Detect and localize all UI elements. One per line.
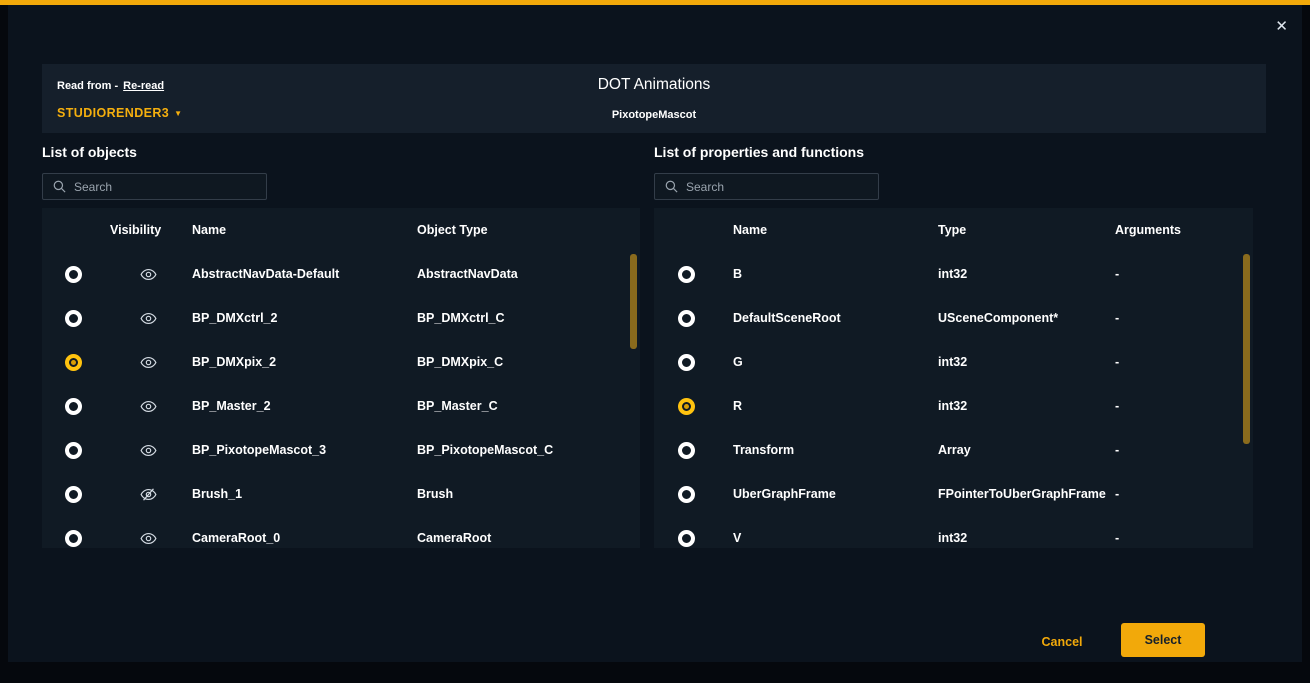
property-type: int32 xyxy=(938,399,1115,413)
property-type: USceneComponent* xyxy=(938,311,1115,325)
object-type: BP_DMXctrl_C xyxy=(417,311,640,325)
object-name: CameraRoot_0 xyxy=(192,531,417,545)
table-row[interactable]: G int32 - xyxy=(654,340,1253,384)
property-name: V xyxy=(718,531,938,545)
radio-button[interactable] xyxy=(678,398,695,415)
table-row[interactable]: BP_DMXpix_2 BP_DMXpix_C xyxy=(42,340,640,384)
radio-button[interactable] xyxy=(678,354,695,371)
property-type: int32 xyxy=(938,267,1115,281)
column-header-visibility: Visibility xyxy=(104,223,192,237)
object-name: BP_PixotopeMascot_3 xyxy=(192,443,417,457)
object-type: BP_PixotopeMascot_C xyxy=(417,443,640,457)
visibility-icon[interactable] xyxy=(140,266,157,283)
radio-button[interactable] xyxy=(65,266,82,283)
column-header-name: Name xyxy=(718,223,938,237)
property-name: G xyxy=(718,355,938,369)
table-row[interactable]: B int32 - xyxy=(654,252,1253,296)
dot-animations-dialog: ✕ Read from -Re-read STUDIORENDER3▼ DOT … xyxy=(8,5,1302,662)
object-type: BP_DMXpix_C xyxy=(417,355,640,369)
table-row[interactable]: R int32 - xyxy=(654,384,1253,428)
radio-button[interactable] xyxy=(65,486,82,503)
object-name: BP_DMXctrl_2 xyxy=(192,311,417,325)
search-icon xyxy=(664,179,679,194)
scrollbar[interactable] xyxy=(630,254,637,349)
radio-button[interactable] xyxy=(678,530,695,547)
select-button[interactable]: Select xyxy=(1121,623,1205,657)
table-row[interactable]: Transform Array - xyxy=(654,428,1253,472)
properties-table-header: Name Type Arguments xyxy=(654,208,1253,252)
property-arguments: - xyxy=(1115,355,1253,369)
object-name: Brush_1 xyxy=(192,487,417,501)
property-type: FPointerToUberGraphFrame xyxy=(938,487,1115,501)
scrollbar[interactable] xyxy=(1243,254,1250,444)
screen: ✕ Read from -Re-read STUDIORENDER3▼ DOT … xyxy=(0,0,1310,683)
object-type: CameraRoot xyxy=(417,531,640,545)
property-name: UberGraphFrame xyxy=(718,487,938,501)
table-row[interactable]: BP_PixotopeMascot_3 BP_PixotopeMascot_C xyxy=(42,428,640,472)
search-icon xyxy=(52,179,67,194)
dialog-title: DOT Animations xyxy=(42,76,1266,94)
radio-button[interactable] xyxy=(65,398,82,415)
table-row[interactable]: V int32 - xyxy=(654,516,1253,548)
column-header-type: Type xyxy=(938,223,1115,237)
object-name: AbstractNavData-Default xyxy=(192,267,417,281)
property-name: R xyxy=(718,399,938,413)
objects-search[interactable] xyxy=(42,173,267,200)
properties-search[interactable] xyxy=(654,173,879,200)
properties-search-input[interactable] xyxy=(686,180,869,194)
visibility-icon[interactable] xyxy=(140,354,157,371)
cancel-button[interactable]: Cancel xyxy=(1026,629,1098,654)
close-icon[interactable]: ✕ xyxy=(1275,19,1288,34)
visibility-hidden-icon[interactable] xyxy=(140,486,157,503)
column-header-arguments: Arguments xyxy=(1115,223,1253,237)
table-row[interactable]: AbstractNavData-Default AbstractNavData xyxy=(42,252,640,296)
table-row[interactable]: DefaultSceneRoot USceneComponent* - xyxy=(654,296,1253,340)
radio-button[interactable] xyxy=(65,310,82,327)
table-row[interactable]: CameraRoot_0 CameraRoot xyxy=(42,516,640,548)
properties-table: Name Type Arguments B int32 - DefaultSce… xyxy=(654,208,1253,548)
radio-button[interactable] xyxy=(678,310,695,327)
table-row[interactable]: BP_Master_2 BP_Master_C xyxy=(42,384,640,428)
property-type: Array xyxy=(938,443,1115,457)
property-name: DefaultSceneRoot xyxy=(718,311,938,325)
property-arguments: - xyxy=(1115,487,1253,501)
visibility-icon[interactable] xyxy=(140,530,157,547)
properties-panel-heading: List of properties and functions xyxy=(654,144,864,160)
objects-search-input[interactable] xyxy=(74,180,257,194)
objects-panel-heading: List of objects xyxy=(42,144,137,160)
property-type: int32 xyxy=(938,531,1115,545)
property-arguments: - xyxy=(1115,311,1253,325)
radio-button[interactable] xyxy=(65,354,82,371)
radio-button[interactable] xyxy=(65,530,82,547)
visibility-icon[interactable] xyxy=(140,310,157,327)
objects-table: Visibility Name Object Type AbstractNavD… xyxy=(42,208,640,548)
column-header-object-type: Object Type xyxy=(417,223,640,237)
property-name: B xyxy=(718,267,938,281)
object-type: BP_Master_C xyxy=(417,399,640,413)
object-type: Brush xyxy=(417,487,640,501)
property-arguments: - xyxy=(1115,531,1253,545)
dialog-header: Read from -Re-read STUDIORENDER3▼ DOT An… xyxy=(42,64,1266,133)
visibility-icon[interactable] xyxy=(140,398,157,415)
property-type: int32 xyxy=(938,355,1115,369)
object-name: BP_Master_2 xyxy=(192,399,417,413)
property-arguments: - xyxy=(1115,267,1253,281)
radio-button[interactable] xyxy=(65,442,82,459)
property-arguments: - xyxy=(1115,399,1253,413)
object-type: AbstractNavData xyxy=(417,267,640,281)
radio-button[interactable] xyxy=(678,266,695,283)
property-name: Transform xyxy=(718,443,938,457)
objects-table-header: Visibility Name Object Type xyxy=(42,208,640,252)
radio-button[interactable] xyxy=(678,486,695,503)
radio-button[interactable] xyxy=(678,442,695,459)
table-row[interactable]: BP_DMXctrl_2 BP_DMXctrl_C xyxy=(42,296,640,340)
object-name: BP_DMXpix_2 xyxy=(192,355,417,369)
property-arguments: - xyxy=(1115,443,1253,457)
table-row[interactable]: Brush_1 Brush xyxy=(42,472,640,516)
visibility-icon[interactable] xyxy=(140,442,157,459)
table-row[interactable]: UberGraphFrame FPointerToUberGraphFrame … xyxy=(654,472,1253,516)
dialog-subtitle: PixotopeMascot xyxy=(42,109,1266,121)
column-header-name: Name xyxy=(192,223,417,237)
